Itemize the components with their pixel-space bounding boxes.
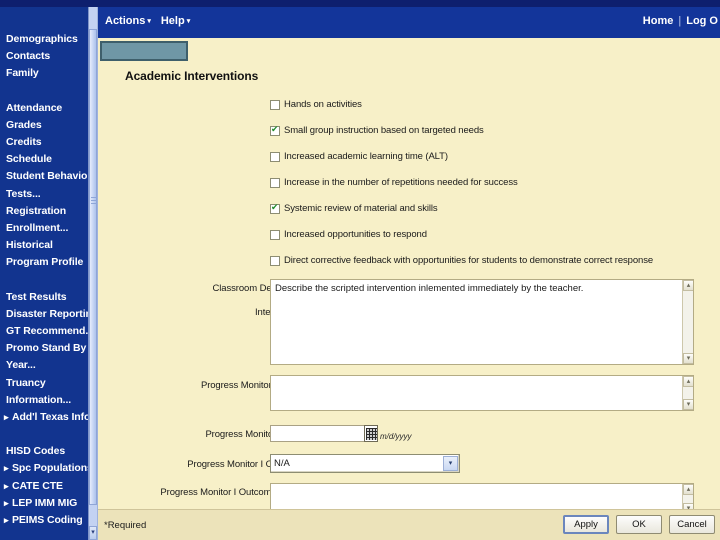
progress-monitor-outcome-value: N/A [274, 458, 290, 469]
checkbox-label: Hands on activities [284, 99, 362, 110]
tab-strip [98, 38, 720, 64]
classroom-description-textarea[interactable]: Describe the scripted intervention inlem… [270, 279, 694, 365]
progress-monitor-outcome-select[interactable]: N/A ▾ [270, 454, 460, 473]
sidebar-group-divider [6, 272, 88, 289]
scrollbar-down-arrow-icon[interactable]: ▾ [89, 526, 97, 540]
scroll-down-arrow-icon[interactable]: ▾ [683, 399, 693, 410]
sidebar-item-contacts[interactable]: Contacts [6, 48, 88, 65]
sidebar-item-lep-imm-mig[interactable]: LEP IMM MIG [4, 495, 88, 512]
sidebar-item-information[interactable]: Information... [6, 392, 88, 409]
menu-bar-right: Home | Log O [643, 15, 718, 27]
scrollbar-grip-icon [91, 195, 97, 209]
logout-link[interactable]: Log O [686, 15, 718, 27]
page-title: Academic Interventions [125, 69, 259, 83]
checkbox-row[interactable]: Increased academic learning time (ALT) [270, 151, 448, 162]
menu-bar-left: Actions ▾ Help ▾ [105, 15, 190, 27]
progress-monitor-date-input[interactable] [270, 425, 368, 442]
sidebar-item-program-profile[interactable]: Program Profile [6, 254, 88, 271]
classroom-description-scrollbar[interactable]: ▴ ▾ [682, 280, 693, 364]
checkbox-row[interactable]: Increase in the number of repetitions ne… [270, 177, 518, 188]
cancel-button[interactable]: Cancel [669, 515, 715, 534]
intervention-form: Hands on activities Small group instructi… [98, 91, 720, 515]
navigation-sidebar[interactable]: Demographics Contacts Family Attendance Grad… [0, 7, 88, 540]
sidebar-item-disaster-reporting[interactable]: Disaster Reporting... [6, 306, 88, 323]
checkbox-label: Small group instruction based on targete… [284, 125, 484, 136]
scroll-up-arrow-icon[interactable]: ▴ [683, 280, 693, 291]
checkbox-label: Systemic review of material and skills [284, 203, 438, 214]
sidebar-item-cate-cte[interactable]: CATE CTE [4, 478, 88, 495]
chevron-down-icon: ▾ [147, 18, 151, 25]
application-window: Demographics Contacts Family Attendance Grad… [0, 0, 720, 540]
required-note: *Required [104, 520, 147, 531]
scrollbar-thumb[interactable] [89, 29, 97, 505]
checkbox-checked-icon[interactable] [270, 202, 280, 214]
sidebar-item-demographics[interactable]: Demographics [6, 31, 88, 48]
scroll-down-arrow-icon[interactable]: ▾ [683, 353, 693, 364]
checkbox-unchecked-icon[interactable] [270, 256, 280, 266]
checkbox-label: Increased opportunities to respond [284, 229, 427, 240]
sidebar-item-tests[interactable]: Tests... [6, 186, 88, 203]
sidebar-item-add-l-texas-info[interactable]: Add'l Texas Info [4, 409, 88, 426]
classroom-description-value: Describe the scripted intervention inlem… [275, 283, 584, 294]
checkbox-checked-icon[interactable] [270, 124, 280, 136]
sidebar-item-promo-stand-by[interactable]: Promo Stand By [6, 340, 88, 357]
apply-button[interactable]: Apply [563, 515, 609, 534]
checkbox-row[interactable]: Small group instruction based on targete… [270, 124, 484, 136]
main-content-area: Actions ▾ Help ▾ Home | Log O Academic Int… [98, 7, 720, 540]
window-top-strip [0, 0, 720, 7]
sidebar-scrollbar[interactable]: ▾ [88, 7, 98, 540]
sidebar-item-truancy[interactable]: Truancy [6, 375, 88, 392]
checkbox-label: Increase in the number of repetitions ne… [284, 177, 518, 188]
scroll-up-arrow-icon[interactable]: ▴ [683, 484, 693, 495]
sidebar-item-year[interactable]: Year... [6, 357, 88, 374]
sidebar-item-peims-coding[interactable]: PEIMS Coding [4, 512, 88, 529]
checkbox-label: Increased academic learning time (ALT) [284, 151, 448, 162]
chevron-down-icon: ▾ [186, 18, 191, 25]
menu-help-label: Help [160, 15, 185, 27]
menu-bar: Actions ▾ Help ▾ Home | Log O [98, 7, 720, 38]
ok-button[interactable]: OK [616, 515, 662, 534]
sidebar-item-registration[interactable]: Registration [6, 203, 88, 220]
progress-monitoring-tool-scrollbar[interactable]: ▴ ▾ [682, 376, 693, 410]
chevron-down-icon[interactable]: ▾ [443, 456, 458, 471]
sidebar-item-gt-recommend[interactable]: GT Recommend... [6, 323, 88, 340]
checkbox-unchecked-icon[interactable] [270, 152, 280, 162]
calendar-icon[interactable] [364, 425, 378, 442]
footer-button-group: Apply OK Cancel [563, 515, 715, 534]
sidebar-item-enrollment[interactable]: Enrollment... [6, 220, 88, 237]
sidebar-group-divider [6, 83, 88, 100]
date-format-hint: m/d/yyyy [380, 432, 412, 441]
sidebar-item-grades[interactable]: Grades [6, 117, 88, 134]
scroll-up-arrow-icon[interactable]: ▴ [683, 376, 693, 387]
sidebar-item-test-results[interactable]: Test Results [6, 289, 88, 306]
checkbox-row[interactable]: Direct corrective feedback with opportun… [270, 255, 653, 266]
calendar-grid-glyph [366, 428, 377, 440]
menu-actions-label: Actions [105, 15, 146, 27]
sidebar-group-list: Demographics Contacts Family Attendance Grad… [4, 31, 88, 529]
progress-monitoring-tool-textarea[interactable]: ▴ ▾ [270, 375, 694, 411]
checkbox-row[interactable]: Hands on activities [270, 99, 362, 110]
sidebar-item-student-behavior[interactable]: Student Behavior [6, 168, 88, 185]
sidebar-item-schedule[interactable]: Schedule [6, 151, 88, 168]
menu-actions[interactable]: Actions ▾ [105, 15, 151, 27]
sidebar-item-hisd-codes[interactable]: HISD Codes [6, 443, 88, 460]
checkbox-row[interactable]: Systemic review of material and skills [270, 202, 438, 214]
checkbox-unchecked-icon[interactable] [270, 100, 280, 110]
checkbox-label: Direct corrective feedback with opportun… [284, 255, 654, 266]
menu-help[interactable]: Help ▾ [161, 15, 190, 27]
dialog-footer: *Required Apply OK Cancel [98, 509, 720, 540]
home-link[interactable]: Home [643, 15, 674, 27]
checkbox-unchecked-icon[interactable] [270, 230, 280, 240]
menu-separator: | [678, 15, 682, 27]
sidebar-group-divider [6, 426, 88, 443]
sidebar-item-family[interactable]: Family [6, 65, 88, 82]
sidebar-item-credits[interactable]: Credits [6, 134, 88, 151]
tab-active-redacted[interactable] [100, 41, 188, 61]
checkbox-row[interactable]: Increased opportunities to respond [270, 229, 427, 240]
checkbox-unchecked-icon[interactable] [270, 178, 280, 188]
sidebar-item-attendance[interactable]: Attendance [6, 100, 88, 117]
sidebar-item-spc-populations[interactable]: Spc Populations [4, 460, 88, 477]
sidebar-item-historical[interactable]: Historical [6, 237, 88, 254]
